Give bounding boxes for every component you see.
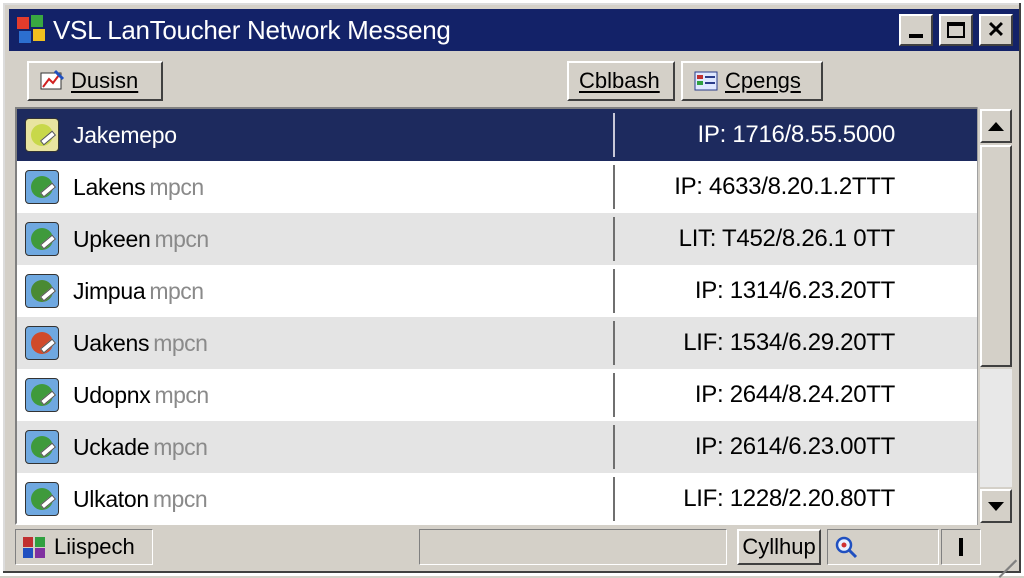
contact-name: Upkeen: [73, 225, 151, 252]
contact-row[interactable]: Jimpua mpcn IP: 1314/6.23.20TT: [17, 265, 981, 317]
column-separator: [613, 113, 615, 157]
toolbar: Dusisn Cblbash Cpengs: [9, 55, 1019, 103]
contact-ip: IP: 2644/8.24.20TT: [694, 381, 895, 408]
app-logo-icon: [15, 13, 49, 47]
column-separator: [613, 425, 615, 469]
close-icon: ✕: [986, 17, 1006, 42]
indicator-bar-icon: [959, 538, 963, 556]
search-icon[interactable]: [834, 535, 860, 559]
edit-chart-icon: [39, 69, 65, 93]
contact-avatar-icon: [25, 430, 59, 464]
contact-avatar-icon: [25, 118, 59, 152]
network-status-icon: [22, 535, 48, 559]
contact-ip: IP: 1314/6.23.20TT: [694, 277, 895, 304]
minimize-button[interactable]: [899, 14, 933, 46]
contact-ip: LIF: 1534/6.29.20TT: [683, 329, 895, 356]
contact-ip: LIF: 1228/2.20.80TT: [683, 485, 895, 512]
app-window: VSL LanToucher Network Messeng ✕ Dusisn …: [0, 0, 1024, 578]
contact-avatar-icon: [25, 222, 59, 256]
contact-status: mpcn: [153, 329, 208, 356]
contact-row[interactable]: Ulkaton mpcn LIF: 1228/2.20.80TT: [17, 473, 981, 523]
help-button[interactable]: Cyllhup: [737, 529, 821, 565]
contact-name: Uakens: [73, 329, 150, 356]
contact-ip: LIT: T452/8.26.1 0TT: [678, 225, 896, 252]
contact-row[interactable]: Lakens mpcn IP: 4633/8.20.1.2TTT: [17, 161, 981, 213]
contact-status: mpcn: [154, 381, 209, 408]
maximize-icon: [947, 22, 965, 38]
contact-name: Ulkaton: [73, 485, 149, 512]
contact-ip: IP: 4633/8.20.1.2TTT: [674, 173, 895, 200]
arrow-up-icon: [988, 121, 1004, 131]
contact-row[interactable]: Uakens mpcn LIF: 1534/6.29.20TT: [17, 317, 981, 369]
contact-row[interactable]: Jakemepo IP: 1716/8.55.5000: [17, 109, 981, 161]
resize-grip-icon[interactable]: [993, 541, 1017, 578]
settings-list-icon: [693, 69, 719, 93]
help-button-label: Cyllhup: [742, 534, 816, 559]
contact-status: mpcn: [154, 225, 209, 252]
contact-list[interactable]: Jakemepo IP: 1716/8.55.5000 Lakens mpcn IP: …: [15, 107, 1013, 525]
minimize-icon: [909, 34, 923, 38]
arrow-down-icon: [988, 501, 1004, 511]
status-bar: Liispech Cyllhup: [9, 527, 1019, 578]
scroll-up-button[interactable]: [980, 109, 1012, 143]
contact-avatar-icon: [25, 378, 59, 412]
scrollbar-track[interactable]: [980, 369, 1012, 487]
maximize-button[interactable]: [939, 14, 973, 46]
toolbar-middle-label: Cblbash: [579, 68, 660, 93]
toolbar-right-button[interactable]: Cpengs: [681, 61, 823, 101]
toolbar-left-label: Dusisn: [71, 68, 139, 93]
title-bar[interactable]: VSL LanToucher Network Messeng ✕: [9, 9, 1019, 51]
status-panel-search: [827, 529, 939, 565]
vertical-scrollbar[interactable]: [977, 107, 1013, 525]
contact-name: Lakens: [73, 173, 146, 200]
contact-ip: IP: 2614/6.23.00TT: [694, 433, 895, 460]
status-left-label: Liispech: [54, 534, 135, 559]
contact-avatar-icon: [25, 326, 59, 360]
status-panel-middle: [419, 529, 727, 565]
contact-ip: IP: 1716/8.55.5000: [697, 121, 896, 148]
contact-avatar-icon: [25, 482, 59, 516]
column-separator: [613, 373, 615, 417]
status-panel-left: Liispech: [15, 529, 153, 565]
contact-name: Uckade: [73, 433, 150, 460]
contact-row[interactable]: Upkeen mpcn LIT: T452/8.26.1 0TT: [17, 213, 981, 265]
scroll-down-button[interactable]: [980, 489, 1012, 523]
window-title: VSL LanToucher Network Messeng: [53, 14, 451, 45]
contact-row[interactable]: Uckade mpcn IP: 2614/6.23.00TT: [17, 421, 981, 473]
status-panel-indicator: [941, 529, 981, 565]
column-separator: [613, 321, 615, 365]
column-separator: [613, 477, 615, 521]
contact-row[interactable]: Udopnx mpcn IP: 2644/8.24.20TT: [17, 369, 981, 421]
toolbar-right-label: Cpengs: [725, 68, 801, 93]
contact-status: mpcn: [153, 433, 208, 460]
contact-name: Jakemepo: [73, 121, 177, 148]
contact-status: mpcn: [149, 173, 204, 200]
contact-avatar-icon: [25, 170, 59, 204]
column-separator: [613, 269, 615, 313]
contact-status: mpcn: [149, 277, 204, 304]
contact-name: Udopnx: [73, 381, 151, 408]
column-separator: [613, 217, 615, 261]
toolbar-middle-button[interactable]: Cblbash: [567, 61, 675, 101]
window-controls: ✕: [899, 14, 1013, 46]
toolbar-left-button[interactable]: Dusisn: [27, 61, 163, 101]
column-separator: [613, 165, 615, 209]
contact-name: Jimpua: [73, 277, 146, 304]
contact-status: mpcn: [152, 485, 208, 512]
contact-avatar-icon: [25, 274, 59, 308]
close-button[interactable]: ✕: [979, 14, 1013, 46]
scrollbar-thumb[interactable]: [980, 145, 1012, 367]
